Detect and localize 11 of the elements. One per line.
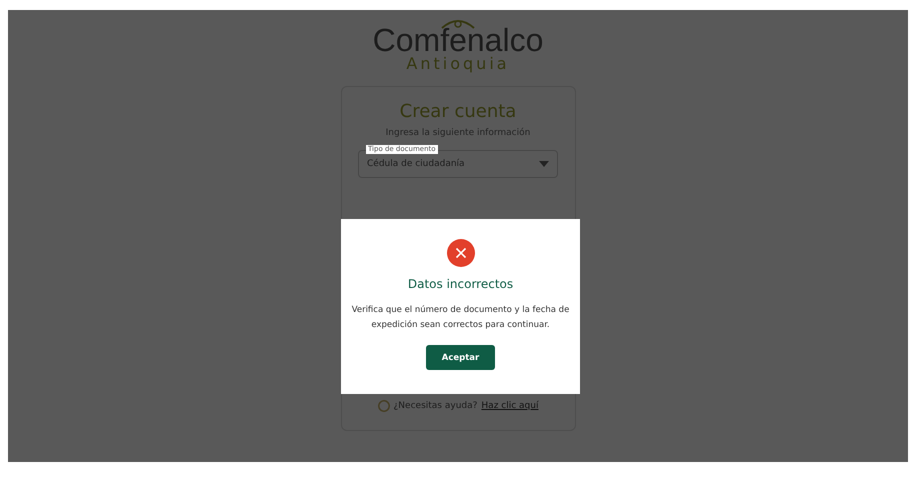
dialog-title: Datos incorrectos — [408, 277, 514, 291]
accept-button[interactable]: Aceptar — [426, 345, 495, 370]
help-circle-icon — [378, 400, 390, 412]
dialog-message: Verifica que el número de documento y la fecha de expedición sean correctos para continuar. — [350, 304, 570, 332]
error-icon — [446, 239, 474, 267]
help-link[interactable]: Haz clic aquí — [481, 401, 538, 411]
logo-region: Antioquia — [406, 56, 510, 72]
logo-wordmark: Comfenalco — [372, 24, 544, 56]
chevron-down-icon — [539, 161, 549, 167]
help-text: ¿Necesitas ayuda? — [394, 401, 478, 411]
form-title: Crear cuenta — [400, 101, 516, 122]
